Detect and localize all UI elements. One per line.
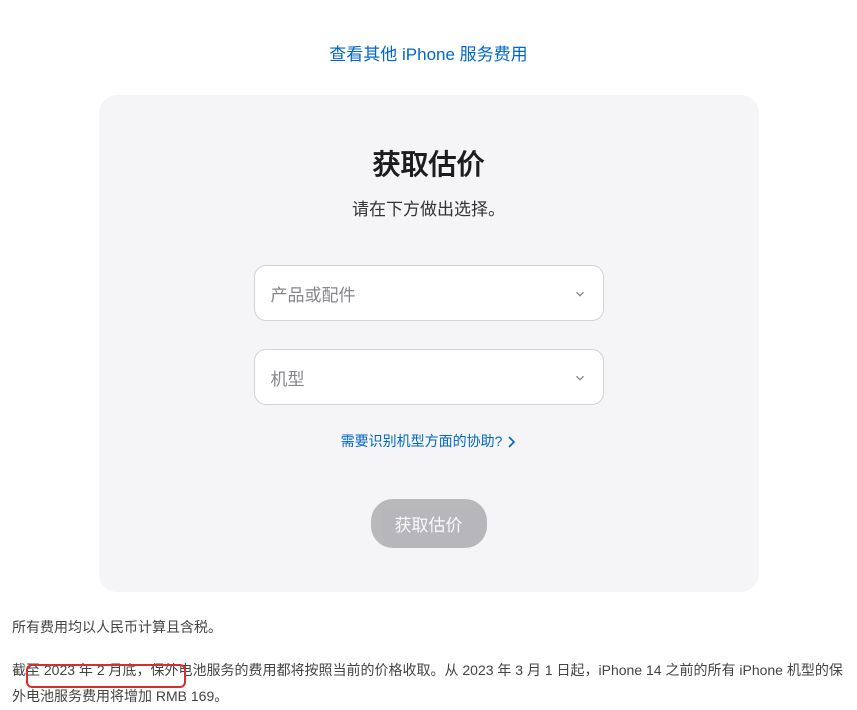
footer-notes: 所有费用均以人民币计算且含税。 截至 2023 年 2 月底，保外电池服务的费用… (8, 592, 849, 710)
footer-line1: 所有费用均以人民币计算且含税。 (12, 614, 845, 641)
model-select[interactable]: 机型 (254, 349, 604, 405)
other-services-link-container: 查看其他 iPhone 服务费用 (8, 0, 849, 95)
product-select-wrap: 产品或配件 (254, 265, 604, 321)
identify-model-help-link[interactable]: 需要识别机型方面的协助? (341, 431, 517, 451)
estimate-card: 获取估价 请在下方做出选择。 产品或配件 机型 需要识别机型方面的协助? (99, 95, 759, 592)
chevron-down-icon (573, 370, 587, 384)
card-title: 获取估价 (139, 143, 719, 183)
other-services-link[interactable]: 查看其他 iPhone 服务费用 (329, 45, 527, 64)
product-select[interactable]: 产品或配件 (254, 265, 604, 321)
model-select-wrap: 机型 (254, 349, 604, 405)
footer-line2: 截至 2023 年 2 月底，保外电池服务的费用都将按照当前的价格收取。从 20… (12, 657, 845, 710)
model-select-placeholder: 机型 (271, 365, 305, 390)
chevron-down-icon (573, 286, 587, 300)
product-select-placeholder: 产品或配件 (271, 281, 356, 306)
get-estimate-button[interactable]: 获取估价 (371, 499, 487, 548)
card-subtitle: 请在下方做出选择。 (139, 195, 719, 220)
chevron-right-icon (508, 435, 516, 447)
help-link-label: 需要识别机型方面的协助? (341, 431, 503, 451)
